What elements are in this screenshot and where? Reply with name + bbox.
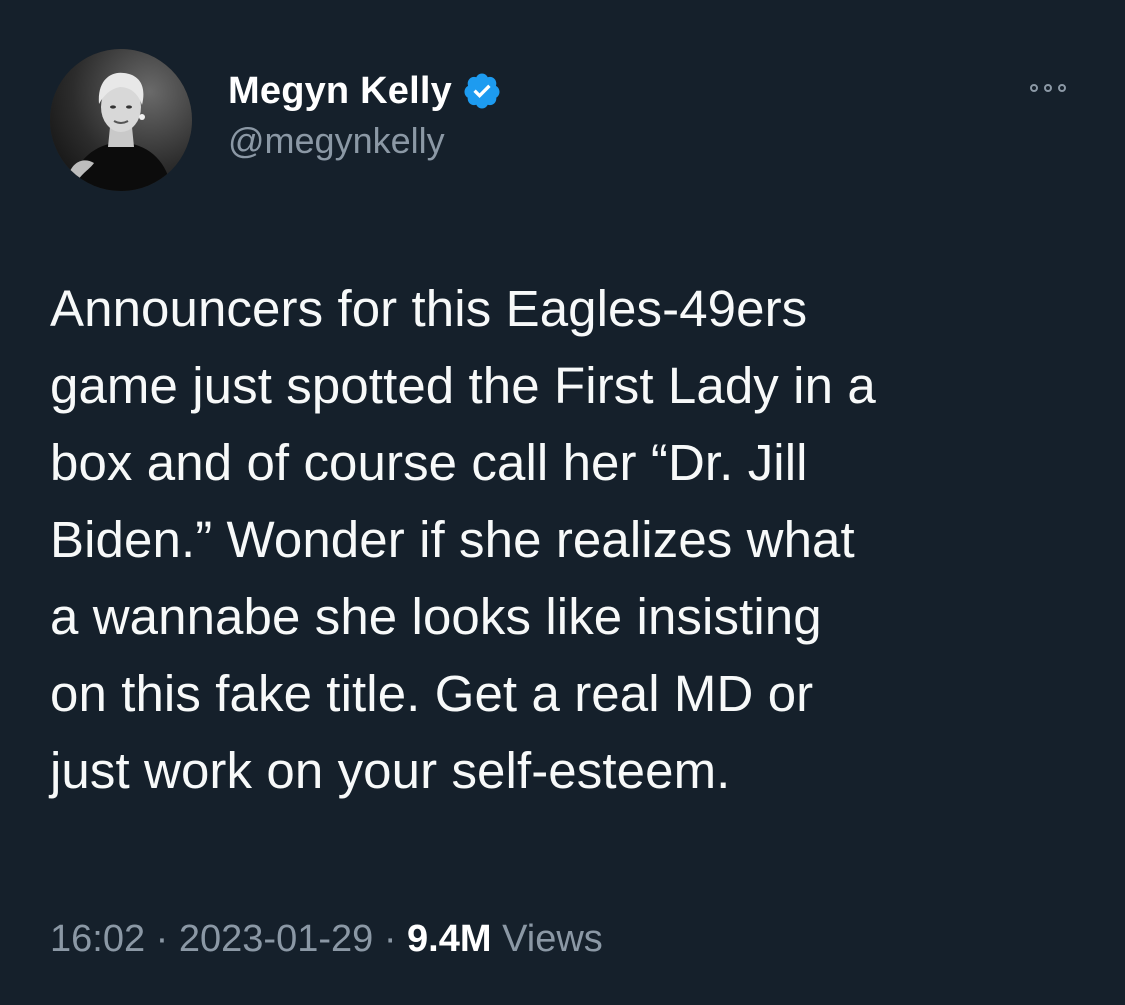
tweet-metadata: 16:02 · 2023-01-29 · 9.4M Views (50, 918, 603, 961)
verified-badge-icon[interactable] (462, 71, 502, 111)
dot (1030, 84, 1038, 92)
tweet-text: Announcers for this Eagles-49ers game ju… (50, 280, 876, 799)
dot (1058, 84, 1066, 92)
avatar[interactable] (50, 49, 192, 191)
separator: · (373, 918, 408, 960)
author-handle[interactable]: @megynkelly (228, 120, 445, 162)
views-count: 9.4M (407, 918, 492, 960)
dot (1044, 84, 1052, 92)
more-options-icon[interactable] (1020, 70, 1076, 106)
separator: · (145, 918, 179, 960)
profile-photo-icon (50, 49, 192, 191)
author-name-row: Megyn Kelly (228, 68, 502, 114)
views-label: Views (502, 918, 603, 960)
tweet-time[interactable]: 16:02 (50, 918, 145, 960)
tweet-date[interactable]: 2023-01-29 (179, 918, 373, 960)
author-display-name[interactable]: Megyn Kelly (228, 70, 452, 113)
tweet-card: Megyn Kelly @megynkelly Announcers for t… (0, 0, 1125, 1005)
